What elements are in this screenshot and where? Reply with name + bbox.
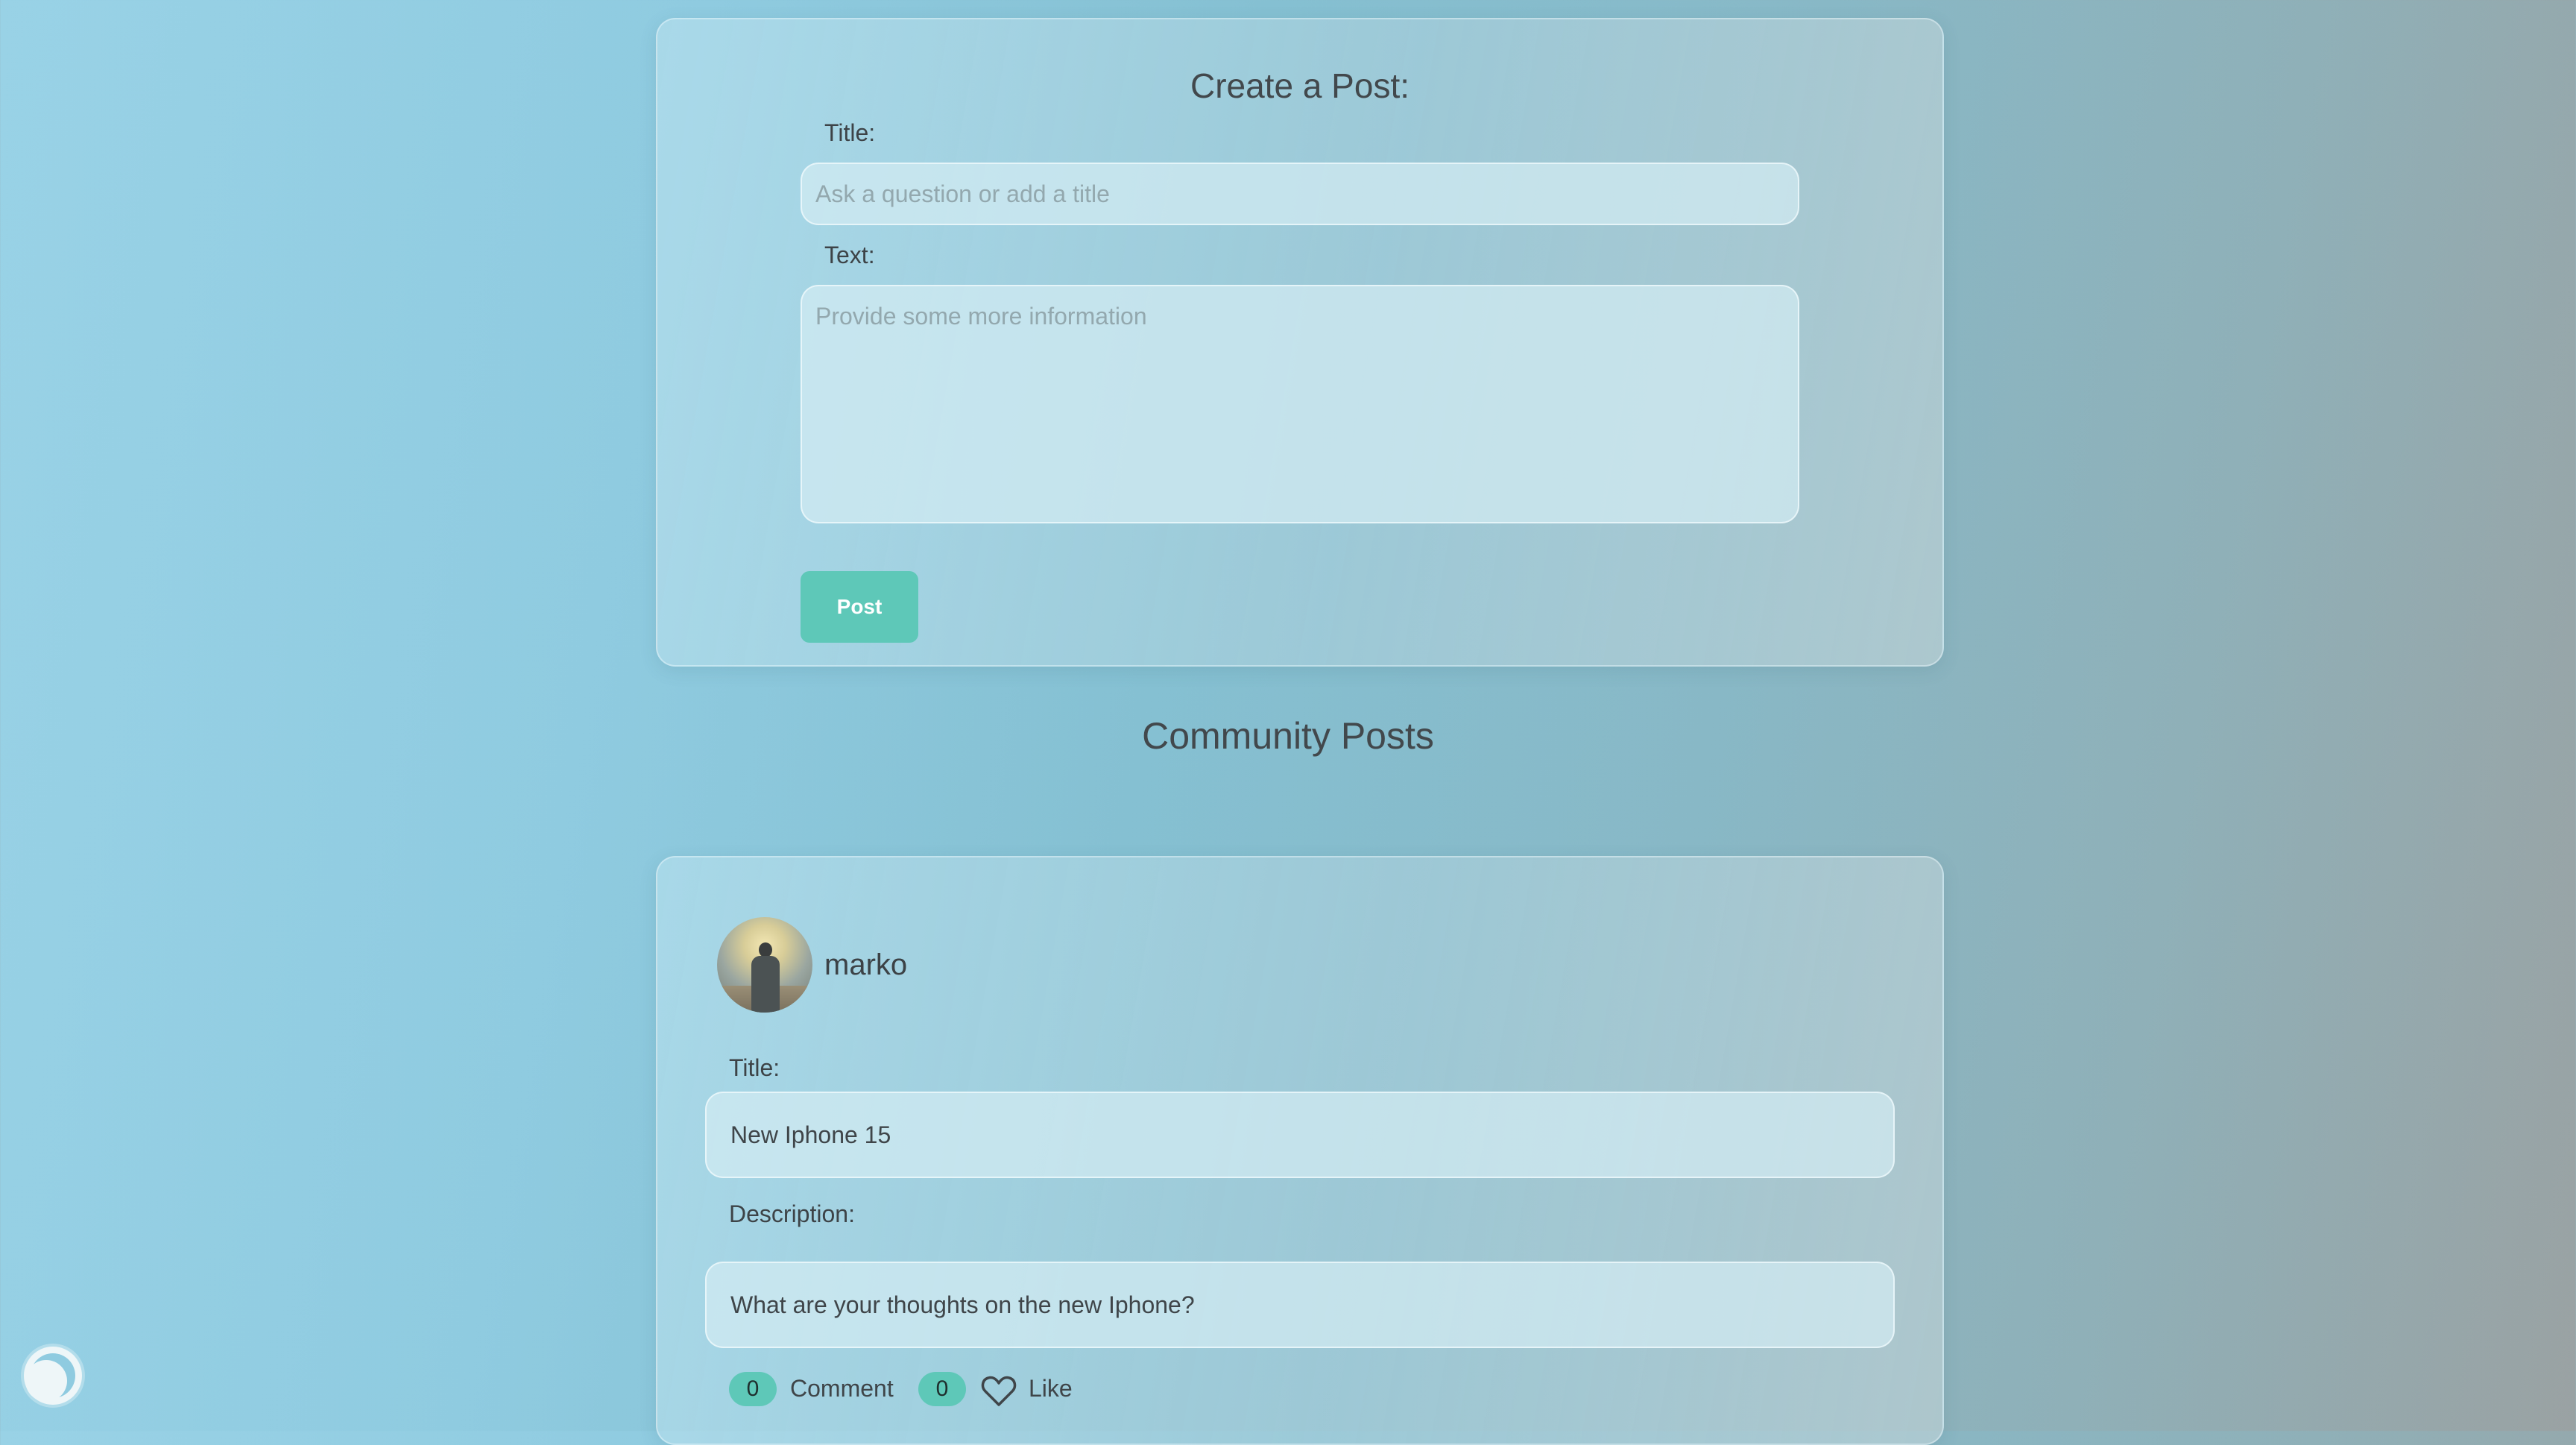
post-title-label: Title: <box>729 1054 780 1081</box>
title-label: Title: <box>824 119 876 146</box>
post-title-value: New Iphone 15 <box>705 1092 1895 1178</box>
post-username[interactable]: marko <box>824 948 907 982</box>
comment-count-badge: 0 <box>729 1372 777 1406</box>
post-description-value: What are your thoughts on the new Iphone… <box>705 1262 1895 1348</box>
theme-toggle-button[interactable] <box>24 1347 82 1405</box>
post-button[interactable]: Post <box>801 571 918 643</box>
post-description-label: Description: <box>729 1200 855 1227</box>
heart-icon[interactable] <box>981 1375 1017 1408</box>
post-title-text: New Iphone 15 <box>730 1121 891 1148</box>
like-button[interactable]: Like <box>1029 1375 1073 1402</box>
post-card: marko Title: New Iphone 15 Description: … <box>656 856 1944 1445</box>
moon-icon <box>25 1353 75 1402</box>
create-post-heading: Create a Post: <box>1190 66 1410 105</box>
create-post-card: Create a Post: Title: Text: Post <box>656 18 1944 667</box>
post-title-input[interactable] <box>801 163 1799 225</box>
post-text-input[interactable] <box>801 285 1799 523</box>
community-posts-heading: Community Posts <box>1142 715 1434 757</box>
like-count-badge: 0 <box>918 1372 966 1406</box>
comment-button[interactable]: Comment <box>790 1375 894 1402</box>
post-description-text: What are your thoughts on the new Iphone… <box>730 1291 1195 1318</box>
text-label: Text: <box>824 242 875 268</box>
user-avatar[interactable] <box>717 917 812 1013</box>
